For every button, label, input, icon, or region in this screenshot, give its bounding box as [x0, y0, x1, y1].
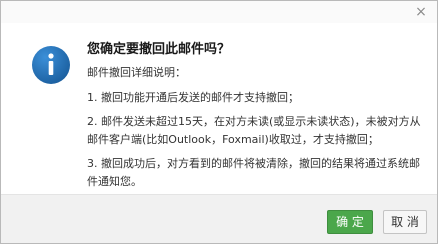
- recall-mail-dialog: × 您确定要撤回此邮件吗？ 邮件撤回详细说明： 1. 撤回功能开通后发送的邮件才…: [0, 0, 438, 244]
- confirm-button[interactable]: 确 定: [327, 210, 373, 234]
- dialog-title: 您确定要撤回此邮件吗？: [87, 42, 231, 57]
- cancel-button[interactable]: 取 消: [383, 210, 427, 234]
- info-icon: [32, 46, 70, 84]
- dialog-footer: 确 定 取 消: [1, 194, 437, 243]
- details-heading: 邮件撤回详细说明：: [87, 66, 186, 79]
- detail-item-3: 3. 撤回成功后，对方看到的邮件将被清除，撤回的结果将通过系统邮件通知您。: [87, 157, 420, 188]
- detail-item-2: 2. 邮件发送未超过15天，在对方未读(或显示未读状态)，未被对方从邮件客户端(…: [87, 115, 421, 146]
- close-icon[interactable]: ×: [413, 4, 429, 20]
- message-block: 您确定要撤回此邮件吗？ 邮件撤回详细说明： 1. 撤回功能开通后发送的邮件才支持…: [87, 41, 427, 197]
- detail-item-1: 1. 撤回功能开通后发送的邮件才支持撤回；: [87, 91, 299, 104]
- dialog-content: 您确定要撤回此邮件吗？ 邮件撤回详细说明： 1. 撤回功能开通后发送的邮件才支持…: [1, 23, 437, 197]
- dialog-titlebar: ×: [1, 1, 437, 23]
